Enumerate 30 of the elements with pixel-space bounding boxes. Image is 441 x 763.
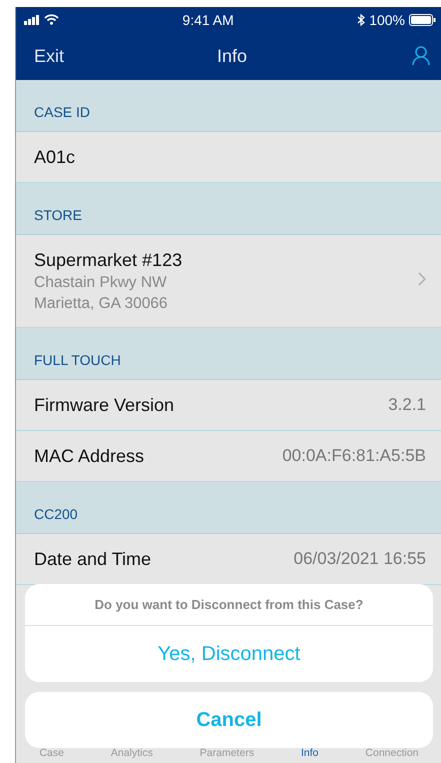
tab-item[interactable]: Case <box>39 747 64 763</box>
store-address: Chastain Pkwy NW <box>34 274 168 292</box>
exit-link[interactable]: Exit <box>34 46 114 66</box>
section-header: FULL TOUCH <box>16 328 441 380</box>
cancel-button[interactable]: Cancel <box>25 692 433 748</box>
section-header: CC200 <box>16 482 441 534</box>
row-value: 06/03/2021 16:55 <box>294 549 426 569</box>
chevron-right-icon <box>418 272 426 286</box>
user-icon[interactable] <box>412 46 430 66</box>
row-label: Firmware Version <box>34 394 174 416</box>
bluetooth-icon <box>357 14 366 26</box>
section-header: CASE ID <box>16 80 441 132</box>
tab-item[interactable]: Analytics <box>110 747 153 763</box>
battery-percent: 100% <box>369 12 405 28</box>
row-label: MAC Address <box>34 446 144 466</box>
tab-item[interactable]: Connection <box>365 747 419 763</box>
battery-icon <box>409 14 436 26</box>
row-value: 00:0A:F6:81:A5:5B <box>282 446 426 466</box>
tab-item[interactable]: Info <box>300 747 318 763</box>
row-label: A01c <box>34 146 76 168</box>
nav-title: Info <box>216 46 248 66</box>
row-label: Date and Time <box>34 548 152 570</box>
store-address: Marietta, GA 30066 <box>34 294 169 312</box>
tab-item[interactable]: Parameters <box>200 747 254 763</box>
section-header: STORE <box>16 183 441 235</box>
wifi-icon <box>44 14 59 25</box>
store-name: Supermarket #123 <box>34 250 182 270</box>
signal-icon <box>24 14 40 24</box>
clock-time: 9:41 AM <box>182 12 234 28</box>
row-value: 3.2.1 <box>388 395 426 415</box>
